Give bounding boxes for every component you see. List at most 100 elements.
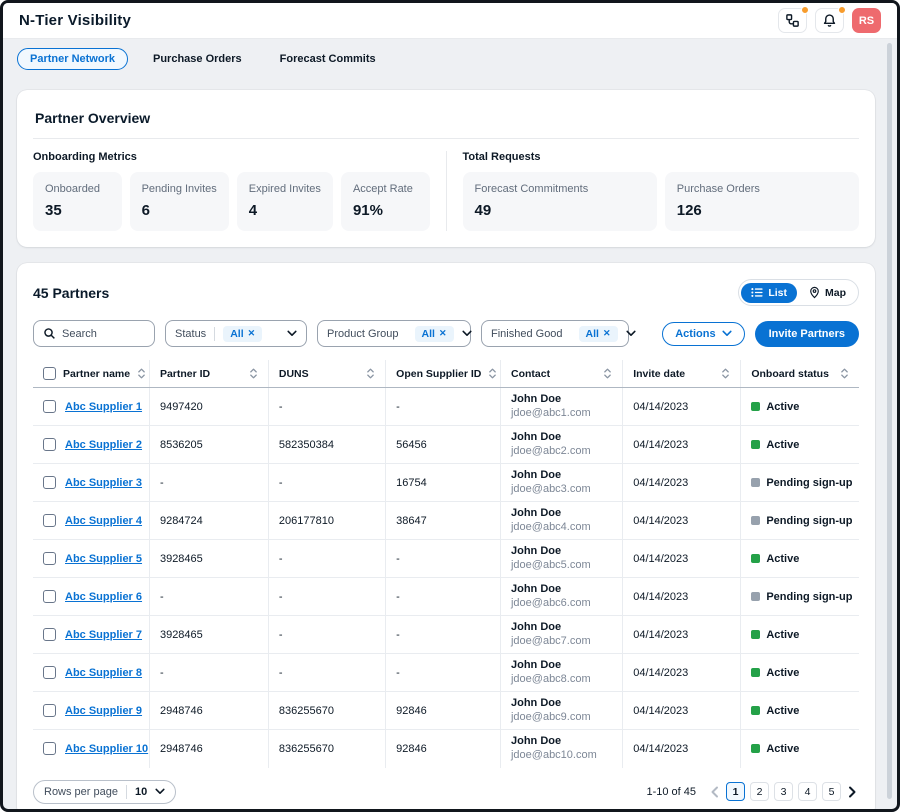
partner-name-link[interactable]: Abc Supplier 1 — [65, 401, 142, 413]
row-checkbox[interactable] — [43, 438, 56, 451]
row-checkbox[interactable] — [43, 590, 56, 603]
sort-icon[interactable] — [721, 367, 730, 380]
list-view-toggle[interactable]: List — [741, 282, 797, 303]
page-button-2[interactable]: 2 — [750, 782, 769, 801]
row-checkbox[interactable] — [43, 704, 56, 717]
filter-status[interactable]: Status All ✕ — [165, 320, 307, 347]
sort-icon[interactable] — [249, 367, 258, 380]
filter-chip: All ✕ — [414, 325, 454, 342]
contact-cell: John Doe jdoe@abc5.com — [499, 539, 623, 578]
row-checkbox[interactable] — [43, 742, 56, 756]
page-button-1[interactable]: 1 — [726, 782, 745, 801]
partner-name-link[interactable]: Abc Supplier 9 — [65, 705, 142, 717]
tab-partner-network[interactable]: Partner Network — [17, 48, 128, 70]
open-supplier-id-cell: 92846 — [385, 729, 501, 768]
tab-purchase-orders[interactable]: Purchase Orders — [140, 48, 255, 70]
contact-cell: John Doe jdoe@abc4.com — [499, 501, 623, 540]
partner-name-link[interactable]: Abc Supplier 5 — [65, 553, 142, 565]
column-header-open-supplier-id[interactable]: Open Supplier ID — [385, 360, 501, 388]
vertical-scrollbar[interactable] — [887, 43, 892, 799]
contact-cell: John Doe jdoe@abc6.com — [499, 577, 623, 616]
table-header-row: Partner name Partner ID DUNS Open Suppli… — [33, 360, 859, 388]
select-all-checkbox[interactable] — [43, 367, 56, 380]
notifications-button[interactable] — [815, 6, 846, 33]
partner-name-link[interactable]: Abc Supplier 3 — [65, 477, 142, 489]
actions-button[interactable]: Actions — [662, 321, 745, 346]
notification-dot — [801, 6, 809, 14]
next-page-button[interactable] — [846, 784, 859, 800]
sort-icon[interactable] — [137, 367, 146, 380]
metric-group-label: Total Requests — [462, 151, 541, 163]
column-header-label: Open Supplier ID — [396, 367, 482, 380]
duns-cell: 836255670 — [267, 691, 386, 730]
filter-product-group[interactable]: Product Group All ✕ — [317, 320, 472, 347]
column-header-invite-date[interactable]: Invite date — [622, 360, 741, 388]
bell-icon — [822, 13, 837, 28]
contact-email: jdoe@abc8.com — [510, 673, 591, 685]
status-label: Pending sign-up — [766, 590, 853, 603]
partner-name-link[interactable]: Abc Supplier 6 — [65, 591, 142, 603]
sort-icon[interactable] — [488, 367, 497, 380]
column-header-partner-name[interactable]: Partner name — [33, 360, 150, 388]
row-checkbox[interactable] — [43, 400, 56, 413]
filter-chip-value: All — [230, 327, 244, 340]
tab-forecast-commits[interactable]: Forecast Commits — [267, 48, 389, 70]
search-icon — [43, 327, 56, 340]
partner-name-link[interactable]: Abc Supplier 8 — [65, 667, 142, 679]
close-icon[interactable]: ✕ — [439, 329, 447, 338]
open-supplier-id-cell: - — [385, 653, 501, 692]
column-header-contact[interactable]: Contact — [499, 360, 623, 388]
map-view-toggle[interactable]: Map — [799, 282, 856, 303]
sort-icon[interactable] — [840, 367, 849, 380]
user-avatar[interactable]: RS — [852, 8, 881, 33]
status-label: Active — [766, 438, 800, 451]
column-header-label: DUNS — [278, 367, 309, 380]
partner-name-link[interactable]: Abc Supplier 7 — [65, 629, 142, 641]
contact-name: John Doe — [510, 621, 562, 633]
invite-date-cell: 04/14/2023 — [622, 463, 741, 502]
actions-button-label: Actions — [675, 327, 716, 340]
contact-email: jdoe@abc10.com — [510, 749, 597, 762]
page-button-4[interactable]: 4 — [798, 782, 817, 801]
column-header-duns[interactable]: DUNS — [267, 360, 386, 388]
partner-name-link[interactable]: Abc Supplier 4 — [65, 515, 142, 527]
table-footer: Rows per page 10 1-10 of 45 12345 — [33, 779, 859, 804]
status-indicator — [751, 744, 761, 754]
status-cell: Active — [740, 729, 859, 768]
notification-dot — [838, 6, 846, 14]
previous-page-button[interactable] — [708, 784, 721, 800]
table-row: Abc Supplier 10 2948746 836255670 92846 … — [33, 729, 859, 768]
page-button-5[interactable]: 5 — [822, 782, 841, 801]
row-checkbox[interactable] — [43, 514, 56, 527]
table-row: Abc Supplier 9 2948746 836255670 92846 J… — [33, 691, 859, 730]
status-label: Active — [766, 704, 800, 717]
table-row: Abc Supplier 2 8536205 582350384 56456 J… — [33, 425, 859, 464]
column-header-partner-id[interactable]: Partner ID — [148, 360, 269, 388]
close-icon[interactable]: ✕ — [248, 329, 256, 338]
row-checkbox[interactable] — [43, 476, 56, 489]
row-checkbox[interactable] — [43, 628, 56, 641]
partner-name-link[interactable]: Abc Supplier 10 — [65, 743, 148, 755]
rows-per-page-select[interactable]: Rows per page 10 — [33, 779, 177, 804]
page-button-3[interactable]: 3 — [774, 782, 793, 801]
metric-label: Expired Invites — [248, 183, 321, 195]
sort-icon[interactable] — [603, 367, 612, 380]
share-network-button[interactable] — [778, 6, 809, 33]
contact-email: jdoe@abc6.com — [510, 597, 591, 609]
row-checkbox[interactable] — [43, 552, 56, 565]
invite-partners-button[interactable]: Invite Partners — [754, 320, 859, 347]
app-title: N-Tier Visibility — [19, 12, 132, 29]
filter-label: Finished Good — [491, 327, 563, 340]
row-checkbox[interactable] — [43, 666, 56, 679]
contact-cell: John Doe jdoe@abc8.com — [499, 653, 623, 692]
close-icon[interactable]: ✕ — [603, 329, 611, 338]
status-label: Pending sign-up — [766, 476, 853, 489]
open-supplier-id-cell: - — [385, 577, 501, 616]
search-input[interactable] — [62, 327, 145, 340]
filter-finished-good[interactable]: Finished Good All ✕ — [481, 320, 636, 347]
sort-icon[interactable] — [366, 367, 375, 380]
column-header-onboard-status[interactable]: Onboard status — [740, 360, 859, 388]
filter-chip: All ✕ — [223, 325, 263, 342]
partner-name-link[interactable]: Abc Supplier 2 — [65, 439, 142, 451]
search-box[interactable] — [33, 320, 155, 347]
